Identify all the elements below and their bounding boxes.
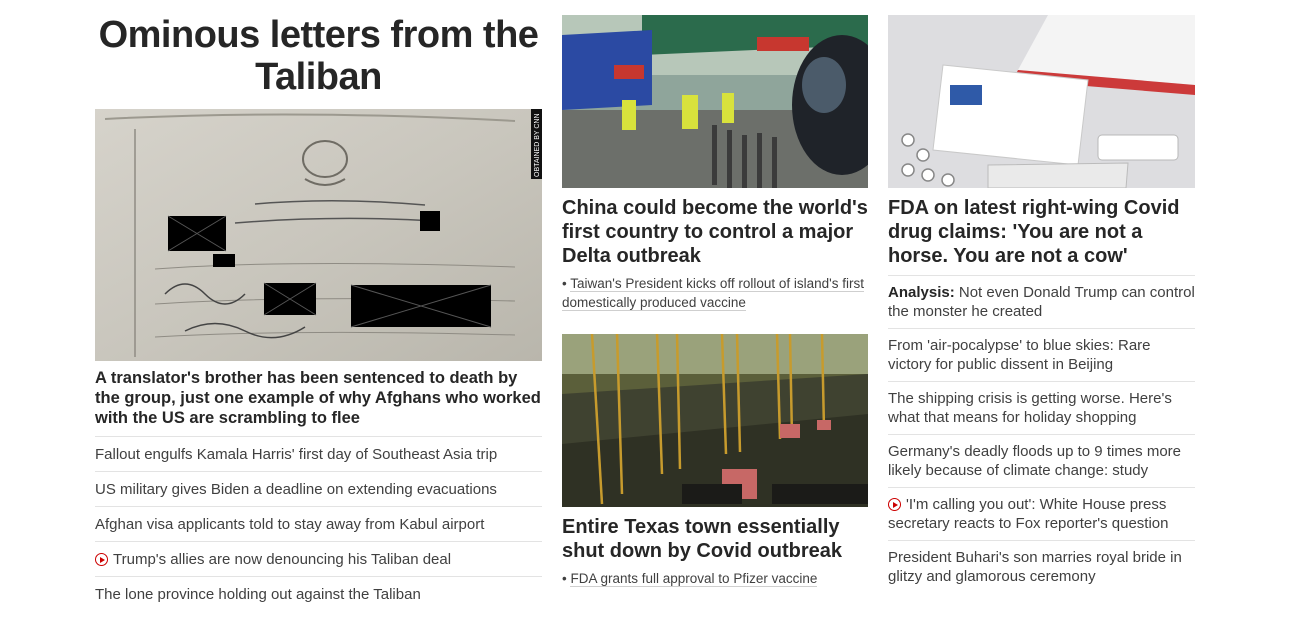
image-credit: OBTAINED BY CNN bbox=[534, 113, 541, 177]
taliban-letter-image[interactable]: OBTAINED BY CNN bbox=[95, 109, 542, 361]
ivermectin-image[interactable] bbox=[888, 15, 1195, 188]
story-headline[interactable]: China could become the world's first cou… bbox=[562, 196, 868, 268]
lead-related-list: Fallout engulfs Kamala Harris' first day… bbox=[95, 436, 542, 611]
story-headline[interactable]: Entire Texas town essentially shut down … bbox=[562, 515, 868, 563]
lead-summary[interactable]: A translator's brother has been sentence… bbox=[95, 368, 542, 428]
right-column: FDA on latest right-wing Covid drug clai… bbox=[888, 0, 1195, 593]
list-item[interactable]: Germany's deadly floods up to 9 times mo… bbox=[888, 434, 1195, 487]
lead-headline[interactable]: Ominous letters from the Taliban bbox=[95, 14, 542, 98]
list-item[interactable]: Fallout engulfs Kamala Harris' first day… bbox=[95, 436, 542, 471]
list-item[interactable]: The shipping crisis is getting worse. He… bbox=[888, 381, 1195, 434]
list-item[interactable]: Trump's allies are now denouncing his Ta… bbox=[95, 541, 542, 576]
list-item[interactable]: From 'air-pocalypse' to blue skies: Rare… bbox=[888, 328, 1195, 381]
story-headline[interactable]: FDA on latest right-wing Covid drug clai… bbox=[888, 196, 1195, 268]
list-item[interactable]: President Buhari's son marries royal bri… bbox=[888, 540, 1195, 593]
lead-story-column: Ominous letters from the Taliban OBTAINE… bbox=[95, 0, 542, 611]
list-item[interactable]: The lone province holding out against th… bbox=[95, 576, 542, 611]
texas-swings-image[interactable] bbox=[562, 334, 868, 507]
video-play-icon bbox=[888, 498, 901, 511]
right-related-list: Analysis: Not even Donald Trump can cont… bbox=[888, 275, 1195, 593]
china-delta-image[interactable] bbox=[562, 15, 868, 188]
video-play-icon bbox=[95, 553, 108, 566]
list-item[interactable]: Analysis: Not even Donald Trump can cont… bbox=[888, 275, 1195, 328]
list-item[interactable]: 'I'm calling you out': White House press… bbox=[888, 487, 1195, 540]
middle-column: China could become the world's first cou… bbox=[562, 0, 868, 588]
story-sublink[interactable]: • Taiwan's President kicks off rollout o… bbox=[562, 274, 868, 312]
list-item[interactable]: Afghan visa applicants told to stay away… bbox=[95, 506, 542, 541]
list-item[interactable]: US military gives Biden a deadline on ex… bbox=[95, 471, 542, 506]
story-sublink[interactable]: • FDA grants full approval to Pfizer vac… bbox=[562, 569, 868, 588]
